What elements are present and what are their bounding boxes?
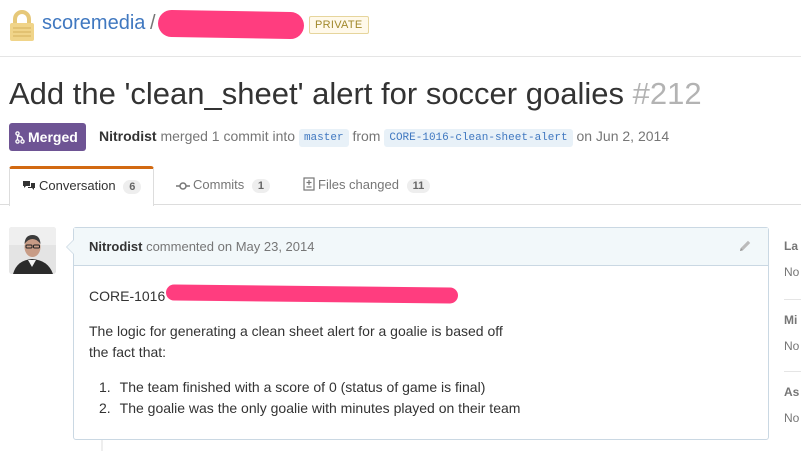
- sidebar-section-assignee[interactable]: As No: [784, 385, 801, 425]
- pr-merge-date: on Jun 2, 2014: [576, 128, 670, 144]
- comment-paragraph: The logic for generating a clean sheet a…: [89, 321, 753, 363]
- comment-action: commented: [146, 239, 214, 254]
- head-branch[interactable]: CORE-1016-clean-sheet-alert: [384, 129, 573, 147]
- user-portrait-icon: [9, 227, 56, 274]
- sidebar-section-labels[interactable]: La No: [784, 239, 801, 279]
- list-item-text: The goalie was the only goalie with minu…: [119, 400, 521, 416]
- tab-commits-count: 1: [251, 179, 271, 193]
- sidebar-heading: Mi: [784, 313, 798, 327]
- paragraph-line-2: the fact that:: [89, 344, 167, 360]
- repo-header: scoremedia / PRIVATE: [0, 0, 801, 56]
- sidebar-divider: [784, 299, 801, 300]
- comment-discussion-icon: [23, 181, 35, 190]
- list-item: 2. The goalie was the only goalie with m…: [99, 398, 753, 419]
- timeline-comment: Nitrodist commented on May 23, 2014 CORE…: [66, 227, 769, 440]
- ticket-id: CORE-1016: [89, 288, 166, 304]
- pr-meta-line: Nitrodist merged 1 commit into master fr…: [99, 128, 669, 147]
- comment-body: CORE-1016 The logic for generating a cle…: [74, 266, 768, 419]
- redacted-ticket-title: [165, 284, 459, 304]
- timeline-connector: [101, 440, 103, 451]
- avatar[interactable]: [9, 227, 56, 274]
- ticket-line: CORE-1016: [89, 284, 753, 307]
- list-item-text: The team finished with a score of 0 (sta…: [119, 379, 486, 395]
- pr-from-text: from: [352, 128, 381, 144]
- pr-title-text: Add the 'clean_sheet' alert for soccer g…: [9, 76, 624, 111]
- list-item-number: 1.: [99, 379, 111, 395]
- comment-author-link[interactable]: Nitrodist: [89, 239, 142, 254]
- lock-icon: [10, 10, 34, 41]
- tab-files-changed-count: 11: [406, 179, 431, 193]
- tab-files-changed[interactable]: Files changed 11: [291, 166, 442, 205]
- pr-tabs: Conversation 6 Commits 1 Files changed 1…: [0, 166, 801, 206]
- tab-files-changed-label: Files changed: [318, 177, 399, 192]
- git-commit-icon: [176, 182, 190, 190]
- sidebar-heading: As: [784, 385, 800, 399]
- sidebar-value: No: [784, 265, 800, 279]
- sidebar-value: No: [784, 339, 800, 353]
- discussion-sidebar: La No Mi No As No: [784, 227, 801, 451]
- sidebar-value: No: [784, 411, 800, 425]
- diff-icon: [303, 177, 315, 191]
- tab-commits[interactable]: Commits 1: [164, 166, 282, 205]
- page-title: Add the 'clean_sheet' alert for soccer g…: [9, 76, 702, 112]
- pr-number: #212: [632, 76, 702, 111]
- tab-conversation-label: Conversation: [39, 178, 116, 193]
- repo-path-separator: /: [150, 12, 156, 34]
- base-branch[interactable]: master: [298, 129, 349, 147]
- tab-conversation-count: 6: [123, 180, 142, 194]
- sidebar-heading: La: [784, 239, 799, 253]
- criteria-list: 1. The team finished with a score of 0 (…: [89, 377, 753, 419]
- redacted-repo-name: [157, 9, 305, 40]
- merged-state-label: Merged: [28, 129, 78, 145]
- comment-timestamp[interactable]: on May 23, 2014: [218, 239, 315, 254]
- sidebar-section-milestone[interactable]: Mi No: [784, 313, 801, 353]
- list-item: 1. The team finished with a score of 0 (…: [99, 377, 753, 398]
- list-item-number: 2.: [99, 400, 111, 416]
- tab-commits-label: Commits: [193, 177, 245, 192]
- pull-request-page: scoremedia / PRIVATE Add the 'clean_shee…: [0, 0, 801, 451]
- pr-action-text: merged 1 commit into: [160, 128, 296, 144]
- private-badge: PRIVATE: [309, 16, 369, 34]
- pencil-icon[interactable]: [738, 239, 752, 253]
- pr-author-link[interactable]: Nitrodist: [99, 128, 157, 144]
- merged-state-badge: Merged: [9, 123, 86, 151]
- repo-owner-link[interactable]: scoremedia: [42, 12, 145, 35]
- sidebar-divider: [784, 371, 801, 372]
- git-merge-icon: [15, 131, 25, 144]
- comment-header: Nitrodist commented on May 23, 2014: [74, 228, 768, 266]
- tab-conversation[interactable]: Conversation 6: [9, 166, 155, 206]
- header-divider: [0, 56, 801, 57]
- paragraph-line-1: The logic for generating a clean sheet a…: [89, 323, 503, 339]
